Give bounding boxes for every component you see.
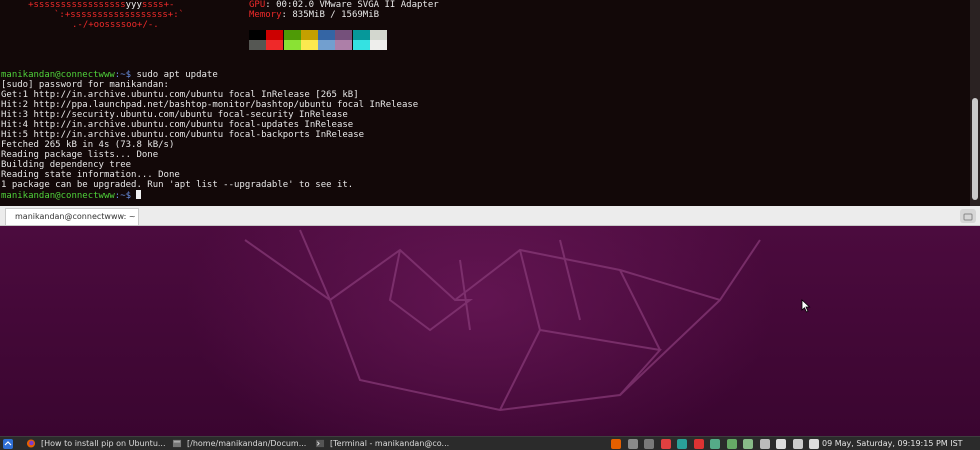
color-swatch [335, 40, 353, 50]
color-swatch [352, 30, 370, 40]
clipboard-tray-icon[interactable] [792, 439, 803, 449]
output-line: Hit:2 http://ppa.launchpad.net/bashtop-m… [1, 100, 419, 110]
color-swatch [300, 30, 318, 40]
neofetch-gpu: GPU: 00:02.0 VMware SVGA II Adapter [249, 0, 439, 10]
user-tray-icon[interactable] [776, 439, 786, 449]
network-tray-icon[interactable] [644, 439, 654, 449]
output-line: Reading package lists... Done [1, 150, 159, 160]
neofetch-art: ssss+- [141, 0, 175, 10]
output-line: 1 package can be upgraded. Run 'apt list… [1, 180, 354, 190]
command-text: sudo apt update [136, 70, 218, 80]
neofetch-art: .-/+oossssoo+/-. [72, 20, 159, 30]
output-line: [sudo] password for manikandan: [1, 80, 169, 90]
terminal-icon [315, 439, 325, 448]
firefox-icon [26, 439, 36, 448]
output-line: Reading state information... Done [1, 170, 180, 180]
color-swatch [369, 30, 387, 40]
memory-label: Memory [249, 10, 282, 20]
neofetch-line-3: .-/+oossssoo+/-. [72, 20, 159, 30]
current-prompt-line[interactable]: manikandan@connectwww:~$ [1, 190, 142, 201]
output-line: Fetched 265 kB in 4s (73.8 kB/s) [1, 140, 175, 150]
refresh-tray-icon[interactable] [677, 439, 687, 449]
color-swatch [318, 40, 335, 50]
output-line: Hit:3 http://security.ubuntu.com/ubuntu … [1, 110, 348, 120]
prompt-line: manikandan@connectwww:~$ sudo apt update [1, 70, 218, 80]
neofetch-line-1: +sssssssssssssssssyyyssss+- [1, 0, 174, 10]
clock[interactable]: 09 May, Saturday, 09:19:15 PM IST [822, 437, 963, 450]
text-cursor [136, 190, 142, 199]
gear-tray-icon[interactable] [627, 439, 638, 449]
color-swatch [266, 30, 284, 40]
menu-icon[interactable] [3, 439, 13, 449]
mouse-pointer-icon [801, 299, 811, 313]
taskbar-item-terminal[interactable]: [Terminal - manikandan@co... [313, 437, 455, 450]
terminal-output[interactable]: +sssssssssssssssssyyyssss+- `:+sssssssss… [0, 0, 970, 206]
color-swatch [283, 30, 301, 40]
neofetch-art: +sssssssssssssssss [28, 0, 126, 10]
prompt-path: :~$ [114, 70, 132, 80]
color-swatches [249, 30, 387, 50]
bottom-panel: [How to install pip on Ubuntu... [/home/… [0, 436, 980, 450]
color-swatch [249, 40, 266, 50]
terminal-tab[interactable]: manikandan@connectwww: ~ [5, 208, 139, 225]
taskbar-item-label: [Terminal - manikandan@co... [330, 439, 450, 448]
taskbar-item-label: [How to install pip on Ubuntu... [41, 439, 166, 448]
gpu-label: GPU [249, 0, 266, 10]
neofetch-art: yyy [125, 0, 142, 10]
file-manager-icon [172, 439, 182, 448]
prompt-user: manikandan@connectwww [1, 191, 115, 201]
terminal-window[interactable]: +sssssssssssssssssyyyssss+- `:+sssssssss… [0, 0, 980, 206]
color-swatch [300, 40, 318, 50]
taskbar-item-label: [/home/manikandan/Docum... [187, 439, 307, 448]
alert-tray-icon[interactable] [693, 439, 704, 449]
color-swatch [369, 40, 387, 50]
memory-value: : 835MiB / 1569MiB [281, 10, 380, 20]
color-swatch [266, 40, 284, 50]
color-swatch [352, 40, 370, 50]
output-line: Get:1 http://in.archive.ubuntu.com/ubunt… [1, 90, 359, 100]
app-tray-icon[interactable] [710, 439, 720, 449]
neofetch-memory: Memory: 835MiB / 1569MiB [249, 10, 379, 20]
taskbar-item-file-manager[interactable]: [/home/manikandan/Docum... [170, 437, 310, 450]
scrollbar-thumb[interactable] [972, 98, 978, 200]
firefox-tray-icon[interactable] [611, 439, 621, 449]
neofetch-line-2: `:+ssssssssssssssssss+:` [54, 10, 184, 20]
output-line: Building dependency tree [1, 160, 132, 170]
terminal-tab-bar: manikandan@connectwww: ~ [0, 206, 980, 226]
terminal-scrollbar[interactable] [970, 0, 980, 206]
output-line: Hit:4 http://in.archive.ubuntu.com/ubunt… [1, 120, 354, 130]
power-tray-icon[interactable] [759, 439, 770, 449]
new-tab-icon[interactable] [960, 209, 976, 223]
record-tray-icon[interactable] [660, 439, 671, 449]
color-swatch [335, 30, 353, 40]
taskbar-item-firefox[interactable]: [How to install pip on Ubuntu... [24, 437, 168, 450]
gpu-value: : 00:02.0 VMware SVGA II Adapter [265, 0, 439, 10]
prompt-user: manikandan@connectwww [1, 70, 115, 80]
color-swatch [318, 30, 335, 40]
display-tray-icon[interactable] [726, 439, 737, 449]
monitor-tray-icon[interactable] [743, 439, 753, 449]
output-line: Hit:5 http://in.archive.ubuntu.com/ubunt… [1, 130, 365, 140]
neofetch-art: `:+ssssssssssssssssss+:` [54, 10, 185, 20]
color-swatch [283, 40, 301, 50]
prompt-path: :~$ [114, 191, 132, 201]
color-swatch [249, 30, 266, 40]
volume-tray-icon[interactable] [809, 439, 819, 449]
